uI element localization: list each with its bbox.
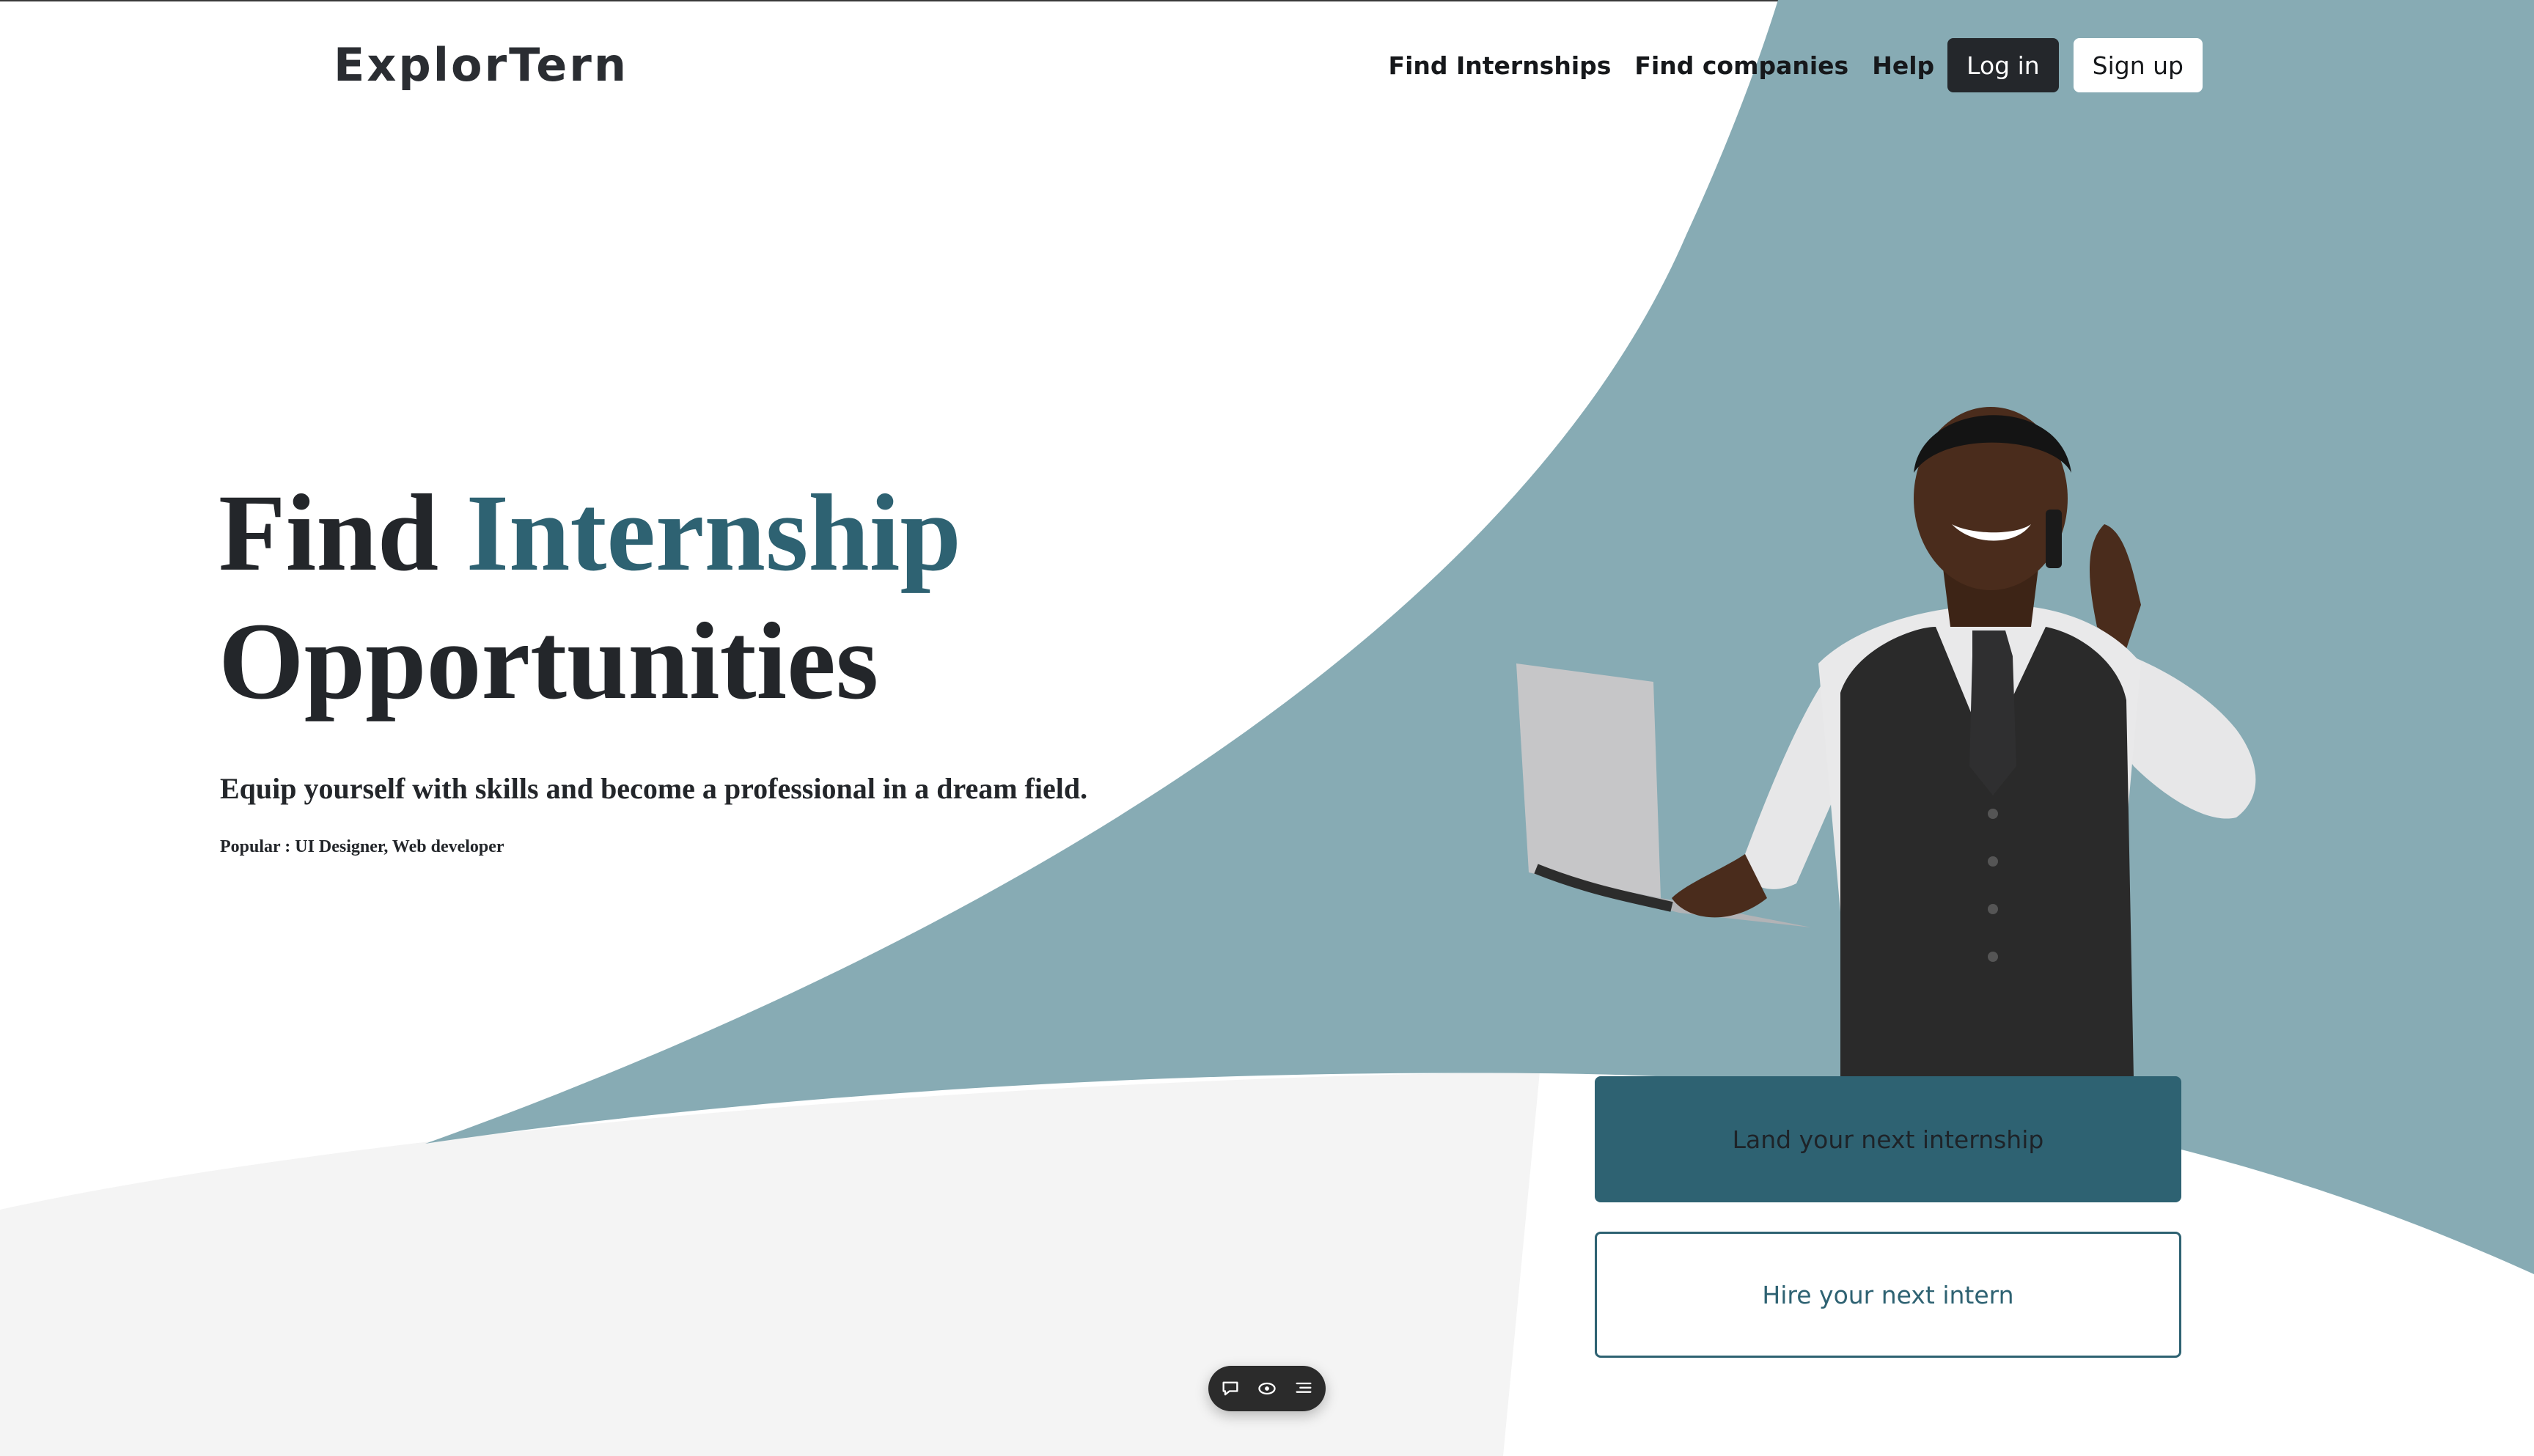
floating-toolbar <box>1208 1366 1326 1411</box>
nav-find-companies[interactable]: Find companies <box>1634 51 1848 80</box>
hero-subtitle: Equip yourself with skills and become a … <box>220 772 1088 805</box>
signup-button[interactable]: Sign up <box>2073 38 2203 92</box>
comment-icon[interactable] <box>1216 1374 1245 1403</box>
list-icon[interactable] <box>1289 1374 1318 1403</box>
top-navigation: Find Internships Find companies Help Log… <box>1389 38 2203 92</box>
hero-title-part1: Find <box>218 472 439 594</box>
hire-intern-button[interactable]: Hire your next intern <box>1595 1232 2181 1358</box>
login-button[interactable]: Log in <box>1947 38 2059 92</box>
hero-title-accent: Internship <box>466 472 961 594</box>
eye-icon[interactable] <box>1252 1374 1282 1403</box>
tie <box>1969 630 2016 795</box>
nav-help[interactable]: Help <box>1872 51 1934 80</box>
hero-title: Find Internship Opportunities <box>218 469 961 726</box>
land-internship-button[interactable]: Land your next internship <box>1595 1076 2181 1202</box>
hero-person-image <box>1516 407 2256 1078</box>
nav-find-internships[interactable]: Find Internships <box>1389 51 1612 80</box>
phone <box>2046 510 2062 568</box>
brand-logo[interactable]: ExplorTern <box>334 34 628 97</box>
popular-searches: Popular : UI Designer, Web developer <box>220 837 504 856</box>
hero-title-line2: Opportunities <box>218 600 879 722</box>
